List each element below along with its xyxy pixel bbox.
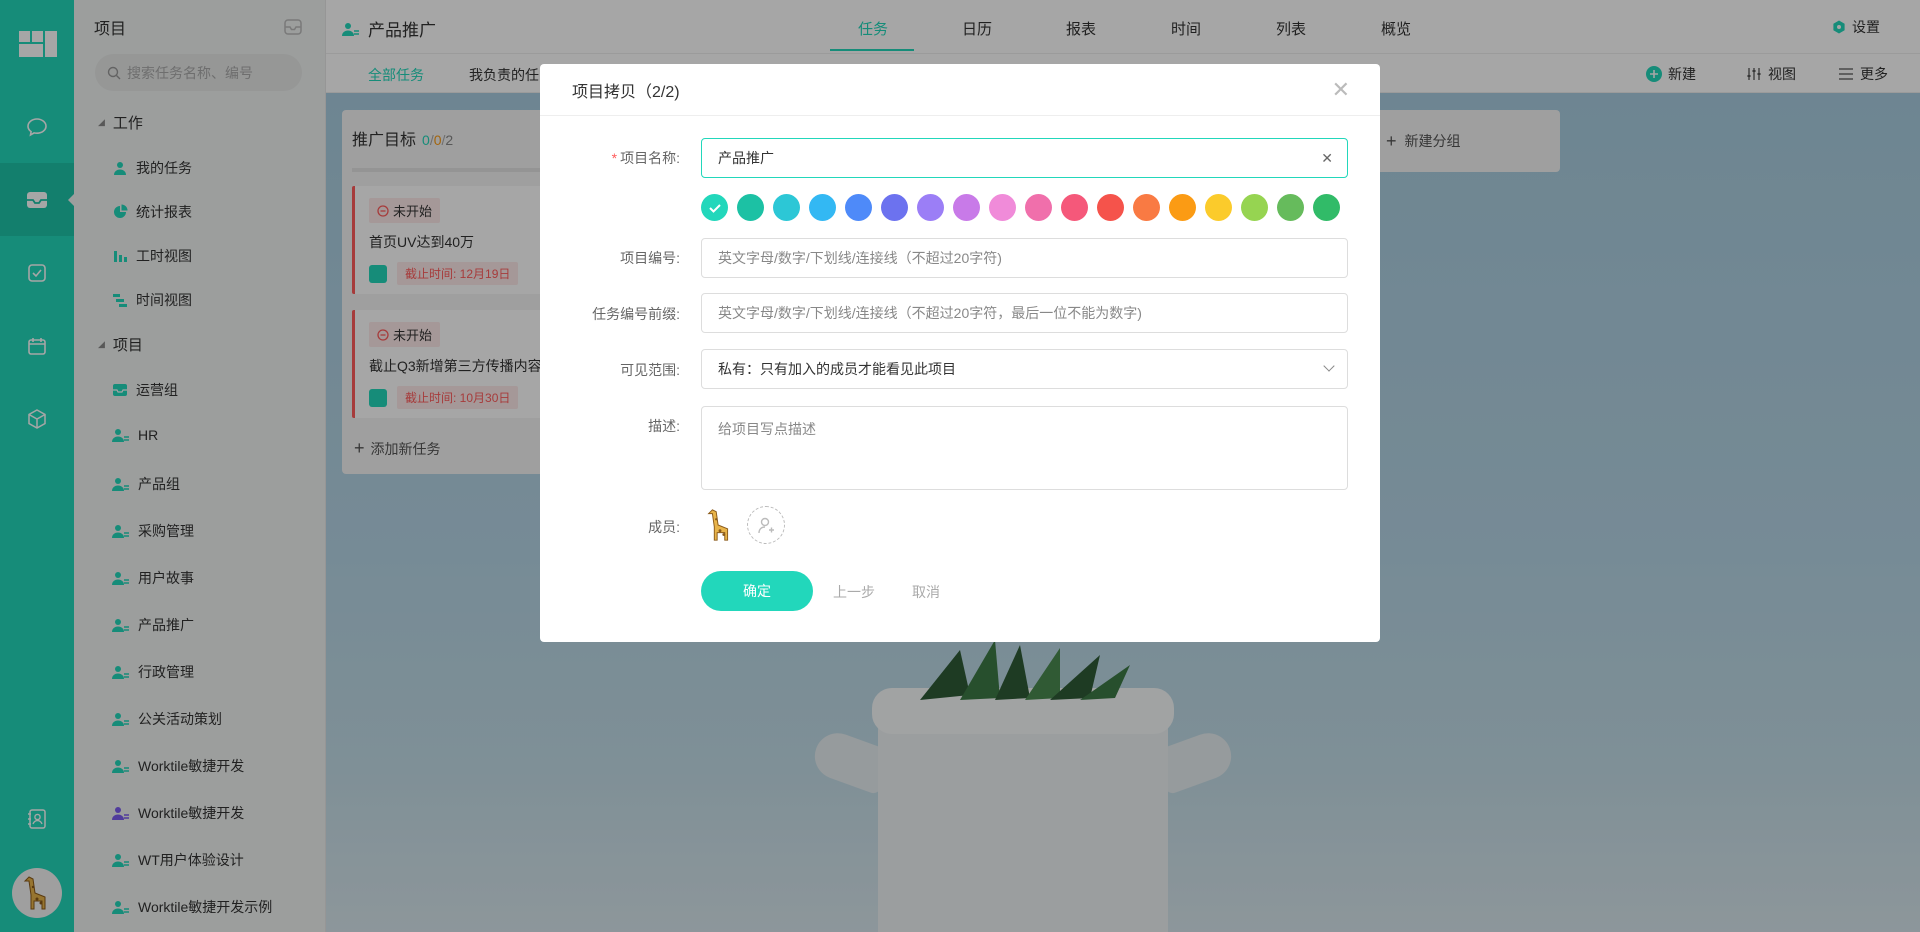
project-code-label: 项目编号: (620, 250, 680, 266)
color-swatch[interactable] (917, 194, 944, 221)
description-label: 描述: (648, 418, 680, 434)
project-name-label: * 项目名称: (611, 150, 680, 166)
check-icon (708, 203, 721, 213)
color-swatch[interactable] (989, 194, 1016, 221)
project-copy-dialog: 项目拷贝（2/2) ✕ * 项目名称: 产品推广 ✕ 项目编号: 英文字母/数字/… (540, 64, 1380, 642)
dialog-title: 项目拷贝（2/2) (572, 83, 680, 101)
project-name-input[interactable]: 产品推广 ✕ (701, 138, 1348, 178)
chevron-down-icon (1323, 360, 1335, 372)
visibility-label: 可见范围: (620, 362, 680, 378)
clear-icon[interactable]: ✕ (1321, 150, 1333, 167)
prev-step-button[interactable]: 上一步 (833, 582, 875, 602)
color-swatch[interactable] (773, 194, 800, 221)
color-swatch[interactable] (809, 194, 836, 221)
task-prefix-label: 任务编号前缀: (592, 306, 680, 322)
color-swatch[interactable] (1205, 194, 1232, 221)
color-picker (701, 194, 1340, 221)
color-swatch[interactable] (1061, 194, 1088, 221)
color-swatch[interactable] (1313, 194, 1340, 221)
color-swatch[interactable] (881, 194, 908, 221)
add-member-button[interactable] (747, 506, 785, 544)
color-swatch[interactable] (1133, 194, 1160, 221)
task-prefix-input[interactable]: 英文字母/数字/下划线/连接线（不超过20字符，最后一位不能为数字) (701, 293, 1348, 333)
members-label: 成员: (648, 519, 680, 535)
color-swatch[interactable] (737, 194, 764, 221)
close-icon[interactable]: ✕ (1332, 77, 1350, 103)
color-swatch[interactable] (1025, 194, 1052, 221)
cancel-button[interactable]: 取消 (912, 582, 940, 602)
giraffe-avatar-icon[interactable] (701, 506, 739, 544)
visibility-select[interactable]: 私有：只有加入的成员才能看见此项目 (701, 349, 1348, 389)
color-swatch[interactable] (1241, 194, 1268, 221)
project-code-input[interactable]: 英文字母/数字/下划线/连接线（不超过20字符) (701, 238, 1348, 278)
add-user-icon (758, 517, 774, 534)
color-swatch[interactable] (953, 194, 980, 221)
members-list (701, 506, 785, 544)
color-swatch[interactable] (1169, 194, 1196, 221)
color-swatch[interactable] (1097, 194, 1124, 221)
color-swatch[interactable] (701, 194, 728, 221)
description-textarea[interactable]: 给项目写点描述 (701, 406, 1348, 490)
color-swatch[interactable] (845, 194, 872, 221)
dialog-header: 项目拷贝（2/2) ✕ (540, 64, 1380, 116)
color-swatch[interactable] (1277, 194, 1304, 221)
confirm-button[interactable]: 确定 (701, 571, 813, 611)
